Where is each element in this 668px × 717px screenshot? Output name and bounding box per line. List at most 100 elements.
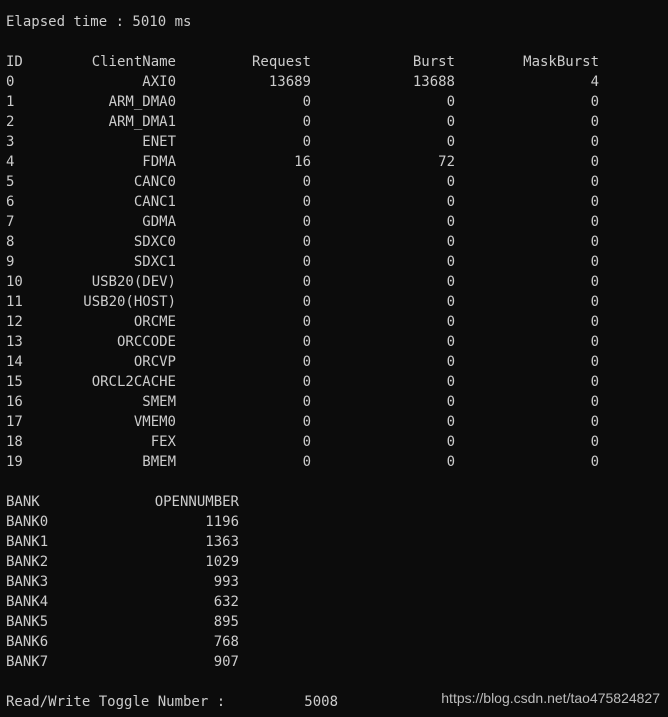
client-table-header: ID ClientName Request Burst MaskBurst (0, 52, 668, 72)
row-burst: 0 (446, 334, 455, 350)
table-row: 16 SMEM 0 0 0 (0, 392, 668, 412)
row-clientname: ORCCODE (116, 334, 176, 350)
table-row: BANK7 907 (0, 652, 668, 672)
row-request: 0 (302, 394, 311, 410)
row-id: 15 (6, 374, 23, 390)
row-maskburst: 0 (590, 454, 599, 470)
row-clientname: AXI0 (142, 74, 176, 90)
table-row: BANK6 768 (0, 632, 668, 652)
row-clientname: VMEM0 (133, 414, 176, 430)
row-burst: 0 (446, 414, 455, 430)
table-row: 15 ORCL2CACHE 0 0 0 (0, 372, 668, 392)
table-row: 6 CANC1 0 0 0 (0, 192, 668, 212)
row-id: 1 (6, 94, 15, 110)
row-clientname: BMEM (142, 454, 176, 470)
row-id: 4 (6, 154, 15, 170)
row-opennumber: 1363 (205, 534, 239, 550)
row-request: 0 (302, 374, 311, 390)
row-opennumber: 993 (213, 574, 239, 590)
row-clientname: ORCME (133, 314, 176, 330)
row-id: 2 (6, 114, 15, 130)
row-maskburst: 0 (590, 214, 599, 230)
row-id: 18 (6, 434, 23, 450)
row-id: 7 (6, 214, 15, 230)
row-bank: BANK6 (6, 634, 49, 650)
row-request: 0 (302, 434, 311, 450)
row-request: 0 (302, 294, 311, 310)
row-maskburst: 0 (590, 254, 599, 270)
row-id: 16 (6, 394, 23, 410)
table-row: BANK3 993 (0, 572, 668, 592)
row-burst: 0 (446, 434, 455, 450)
row-maskburst: 0 (590, 234, 599, 250)
row-burst: 0 (446, 454, 455, 470)
table-row: 10 USB20(DEV) 0 0 0 (0, 272, 668, 292)
header-request: Request (251, 54, 311, 70)
table-row: 9 SDXC1 0 0 0 (0, 252, 668, 272)
row-id: 6 (6, 194, 15, 210)
row-burst: 0 (446, 394, 455, 410)
row-opennumber: 907 (213, 654, 239, 670)
row-maskburst: 0 (590, 374, 599, 390)
row-burst: 72 (438, 154, 455, 170)
table-row: 18 FEX 0 0 0 (0, 432, 668, 452)
row-burst: 0 (446, 234, 455, 250)
row-bank: BANK2 (6, 554, 49, 570)
row-maskburst: 0 (590, 274, 599, 290)
table-row: BANK1 1363 (0, 532, 668, 552)
row-opennumber: 1029 (205, 554, 239, 570)
row-id: 19 (6, 454, 23, 470)
table-row: 4 FDMA 16 72 0 (0, 152, 668, 172)
row-request: 0 (302, 114, 311, 130)
row-clientname: ARM_DMA1 (108, 114, 176, 130)
row-opennumber: 632 (213, 594, 239, 610)
row-burst: 0 (446, 314, 455, 330)
row-burst: 0 (446, 374, 455, 390)
row-request: 0 (302, 194, 311, 210)
header-id: ID (6, 54, 23, 70)
table-row: 11 USB20(HOST) 0 0 0 (0, 292, 668, 312)
row-request: 0 (302, 254, 311, 270)
table-row: 3 ENET 0 0 0 (0, 132, 668, 152)
row-id: 5 (6, 174, 15, 190)
table-row: 1 ARM_DMA0 0 0 0 (0, 92, 668, 112)
row-id: 14 (6, 354, 23, 370)
toggle-value: 5008 (304, 694, 338, 710)
table-row: 2 ARM_DMA1 0 0 0 (0, 112, 668, 132)
row-maskburst: 0 (590, 294, 599, 310)
row-maskburst: 0 (590, 314, 599, 330)
table-row: 19 BMEM 0 0 0 (0, 452, 668, 472)
table-row: 7 GDMA 0 0 0 (0, 212, 668, 232)
row-maskburst: 0 (590, 134, 599, 150)
row-request: 13689 (268, 74, 311, 90)
header-maskburst: MaskBurst (523, 54, 599, 70)
bank-table-header: BANK OPENNUMBER (0, 492, 668, 512)
row-bank: BANK1 (6, 534, 49, 550)
table-row: BANK2 1029 (0, 552, 668, 572)
row-id: 0 (6, 74, 15, 90)
row-request: 0 (302, 334, 311, 350)
table-row: 5 CANC0 0 0 0 (0, 172, 668, 192)
row-request: 0 (302, 94, 311, 110)
row-id: 3 (6, 134, 15, 150)
table-row: BANK4 632 (0, 592, 668, 612)
table-row: BANK5 895 (0, 612, 668, 632)
row-burst: 0 (446, 174, 455, 190)
row-bank: BANK0 (6, 514, 49, 530)
row-maskburst: 4 (590, 74, 599, 90)
row-bank: BANK3 (6, 574, 49, 590)
row-bank: BANK7 (6, 654, 49, 670)
row-clientname: SMEM (142, 394, 176, 410)
row-opennumber: 1196 (205, 514, 239, 530)
header-opennumber: OPENNUMBER (154, 494, 239, 510)
row-request: 0 (302, 314, 311, 330)
toggle-label: Read/Write Toggle Number : (6, 694, 226, 710)
row-clientname: SDXC0 (133, 234, 176, 250)
row-maskburst: 0 (590, 414, 599, 430)
header-bank: BANK (6, 494, 40, 510)
row-burst: 0 (446, 274, 455, 290)
row-request: 0 (302, 414, 311, 430)
row-maskburst: 0 (590, 354, 599, 370)
row-id: 10 (6, 274, 23, 290)
row-request: 0 (302, 234, 311, 250)
